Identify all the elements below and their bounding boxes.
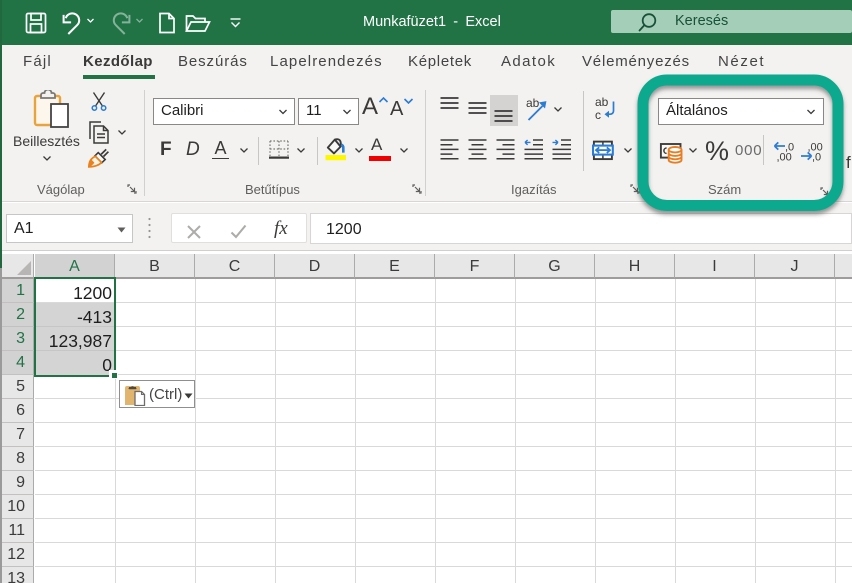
svg-text:c: c [595,108,601,122]
svg-text:ab: ab [595,95,609,109]
svg-text:ab: ab [526,97,540,110]
